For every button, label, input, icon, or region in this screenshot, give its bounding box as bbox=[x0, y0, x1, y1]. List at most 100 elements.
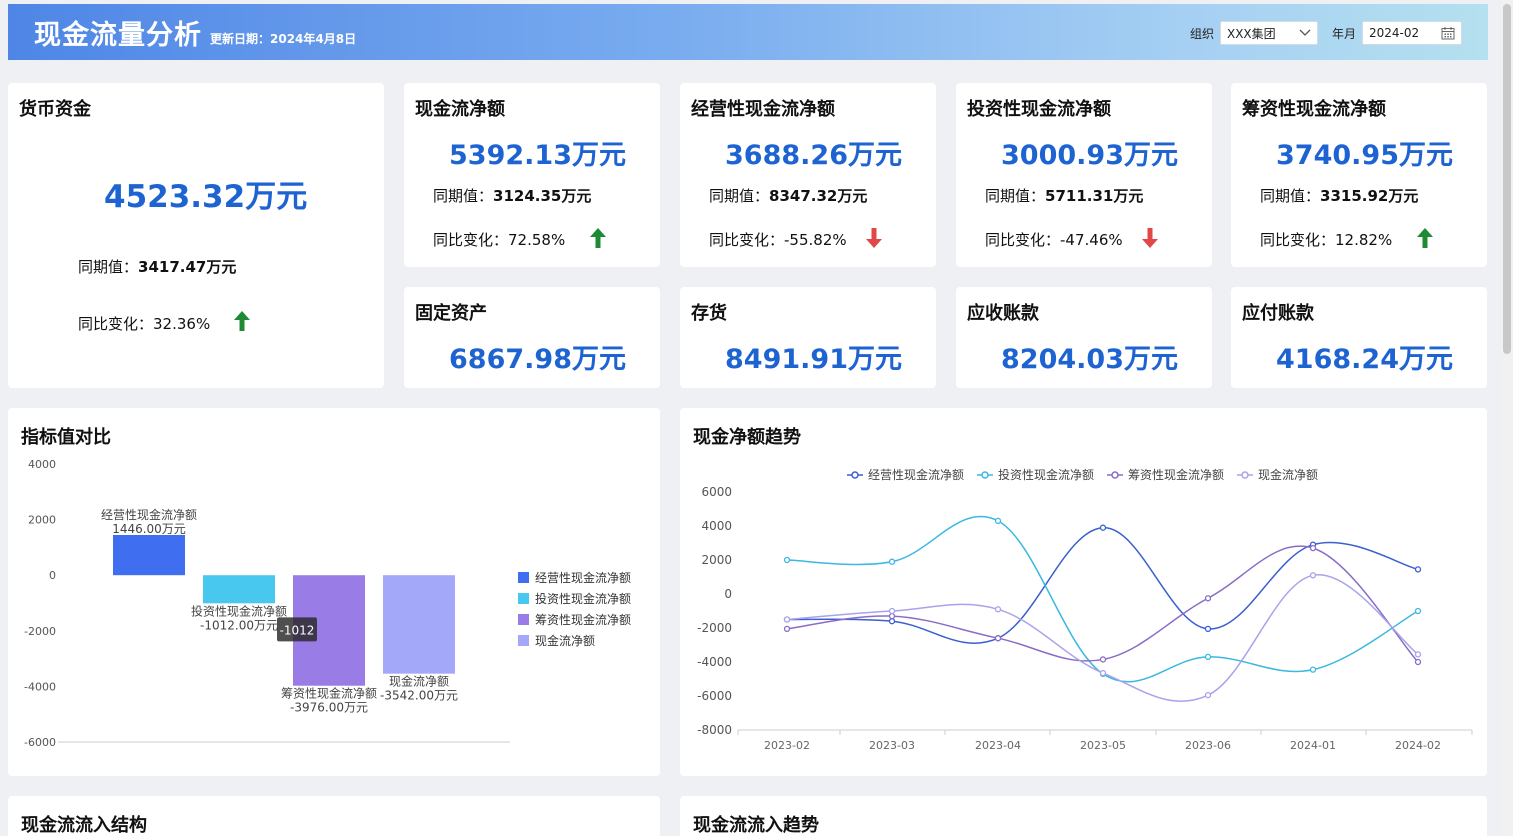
kpi-title: 应付账款 bbox=[1242, 303, 1314, 324]
data-point bbox=[1099, 656, 1107, 663]
y-tick-label: -6000 bbox=[697, 689, 732, 703]
kpi-prev: 同期值：3315.92万元 bbox=[1260, 187, 1419, 205]
kpi-prev: 同期值：3124.35万元 bbox=[433, 187, 592, 205]
series-line bbox=[786, 574, 1419, 702]
data-point bbox=[888, 558, 896, 565]
y-tick-label: -4000 bbox=[24, 680, 56, 693]
data-point bbox=[994, 517, 1002, 525]
trend-panel: 现金净额趋势 6000 4000 2000 0 -2000 -4000 -6000 -8000… bbox=[680, 408, 1487, 776]
bar bbox=[383, 575, 455, 674]
y-tick-label: -2000 bbox=[24, 625, 56, 638]
data-label-category: 经营性现金流净额 bbox=[101, 507, 197, 522]
data-point bbox=[1414, 566, 1422, 573]
kpi-prev: 同期值：8347.32万元 bbox=[709, 187, 868, 205]
data-point bbox=[888, 618, 896, 625]
trend-line-chart[interactable]: 6000 4000 2000 0 -2000 -4000 -6000 -8000 2023-02… bbox=[680, 408, 1487, 776]
arrow-down-icon bbox=[1142, 228, 1158, 248]
page-scrollbar[interactable] bbox=[1501, 0, 1513, 836]
kpi-card-payables: 应付账款 4168.24万元 bbox=[1231, 287, 1487, 388]
x-tick-label: 2023-06 bbox=[1185, 739, 1231, 752]
comparison-bar-chart[interactable]: 400020000-2000-4000-6000经营性现金流净额1446.00万… bbox=[8, 408, 660, 776]
x-tick-label: 2023-02 bbox=[764, 739, 810, 752]
kpi-prev: 同期值：5711.31万元 bbox=[985, 187, 1144, 205]
tooltip-text: -1012 bbox=[280, 623, 315, 637]
data-point bbox=[1309, 572, 1317, 579]
legend-label: 经营性现金流净额 bbox=[868, 467, 964, 482]
org-select[interactable]: XXX集团 bbox=[1219, 21, 1318, 45]
kpi-card-investing: 投资性现金流净额 3000.93万元 同期值：5711.31万元 同比变化：-4… bbox=[956, 83, 1212, 267]
y-tick-label: -4000 bbox=[697, 655, 732, 669]
data-label-category: 投资性现金流净额 bbox=[191, 603, 287, 618]
bar bbox=[113, 535, 185, 576]
x-tick-label: 2023-04 bbox=[975, 739, 1021, 752]
x-tick-label: 2023-05 bbox=[1080, 739, 1126, 752]
data-point bbox=[1204, 595, 1212, 602]
org-label: 组织 bbox=[1189, 26, 1214, 41]
data-point bbox=[1099, 669, 1107, 677]
x-tick-label: 2024-02 bbox=[1395, 739, 1441, 752]
data-point bbox=[1204, 625, 1212, 633]
x-tick-label: 2024-01 bbox=[1290, 739, 1336, 752]
kpi-change: 同比变化：12.82% bbox=[1260, 231, 1393, 249]
legend-label: 投资性现金流净额 bbox=[998, 467, 1094, 482]
x-tick-label: 2023-03 bbox=[869, 739, 915, 752]
y-tick-label: -6000 bbox=[24, 736, 56, 749]
kpi-value: 4523.32万元 bbox=[104, 179, 308, 215]
y-tick-label: 6000 bbox=[701, 485, 732, 499]
kpi-prev: 同期值：3417.47万元 bbox=[78, 258, 237, 276]
data-point bbox=[1414, 651, 1422, 658]
kpi-value: 8491.91万元 bbox=[725, 344, 902, 375]
kpi-title: 货币资金 bbox=[19, 99, 91, 120]
legend-marker bbox=[851, 471, 859, 479]
update-date: 更新日期：2024年4月8日 bbox=[210, 31, 357, 46]
data-point bbox=[783, 616, 791, 623]
kpi-card-receivables: 应收账款 8204.03万元 bbox=[956, 287, 1212, 388]
legend-marker bbox=[981, 471, 989, 479]
kpi-card-net-cash: 现金流净额 5392.13万元 同期值：3124.35万元 同比变化：72.58… bbox=[404, 83, 660, 267]
month-picker[interactable]: 2024-02 bbox=[1362, 21, 1462, 45]
data-label-value: -3976.00万元 bbox=[290, 701, 368, 715]
y-tick-label: 0 bbox=[724, 587, 732, 601]
kpi-title: 固定资产 bbox=[415, 303, 487, 324]
org-select-value: XXX集团 bbox=[1226, 26, 1276, 41]
filter-bar: 组织 XXX集团 年月 2024-02 bbox=[1190, 21, 1462, 45]
scrollbar-thumb[interactable] bbox=[1503, 4, 1511, 354]
arrow-up-icon bbox=[234, 311, 250, 331]
legend-marker bbox=[1241, 471, 1249, 479]
legend-label: 筹资性现金流净额 bbox=[535, 612, 631, 627]
y-tick-label: 4000 bbox=[701, 519, 732, 533]
data-label-value: 1446.00万元 bbox=[112, 522, 186, 536]
kpi-title: 存货 bbox=[691, 303, 727, 324]
data-point bbox=[1309, 666, 1317, 673]
kpi-card-money-funds: 货币资金 4523.32万元 同期值：3417.47万元 同比变化：32.36% bbox=[8, 83, 384, 388]
calendar-icon[interactable] bbox=[1441, 26, 1455, 40]
bar bbox=[203, 575, 275, 604]
legend-swatch bbox=[518, 593, 529, 604]
arrow-up-icon bbox=[590, 228, 606, 248]
kpi-title: 筹资性现金流净额 bbox=[1242, 99, 1386, 120]
inflow-trend-panel: 现金流流入趋势 bbox=[680, 796, 1487, 836]
y-tick-label: 2000 bbox=[701, 553, 732, 567]
legend-swatch bbox=[518, 635, 529, 646]
data-label-value: -1012.00万元 bbox=[200, 618, 278, 632]
kpi-title: 经营性现金流净额 bbox=[691, 99, 835, 120]
data-point bbox=[1309, 544, 1317, 552]
panel-title: 现金流流入趋势 bbox=[693, 815, 819, 836]
legend-label: 经营性现金流净额 bbox=[535, 570, 631, 585]
inflow-structure-panel: 现金流流入结构 bbox=[8, 796, 660, 836]
kpi-title: 投资性现金流净额 bbox=[967, 99, 1111, 120]
kpi-title: 应收账款 bbox=[967, 303, 1039, 324]
data-point bbox=[888, 612, 896, 620]
data-label-category: 现金流净额 bbox=[389, 674, 449, 689]
kpi-value: 3000.93万元 bbox=[1001, 140, 1178, 171]
y-tick-label: 2000 bbox=[28, 514, 56, 527]
y-tick-label: -2000 bbox=[697, 621, 732, 635]
data-point bbox=[1204, 691, 1212, 699]
page-title: 现金流量分析 bbox=[34, 19, 202, 51]
legend-marker bbox=[1111, 471, 1119, 479]
kpi-card-fixed-assets: 固定资产 6867.98万元 bbox=[404, 287, 660, 388]
chevron-down-icon bbox=[1299, 29, 1311, 36]
month-picker-value: 2024-02 bbox=[1369, 26, 1420, 40]
y-tick-label: 0 bbox=[49, 569, 56, 582]
legend-swatch bbox=[518, 614, 529, 625]
